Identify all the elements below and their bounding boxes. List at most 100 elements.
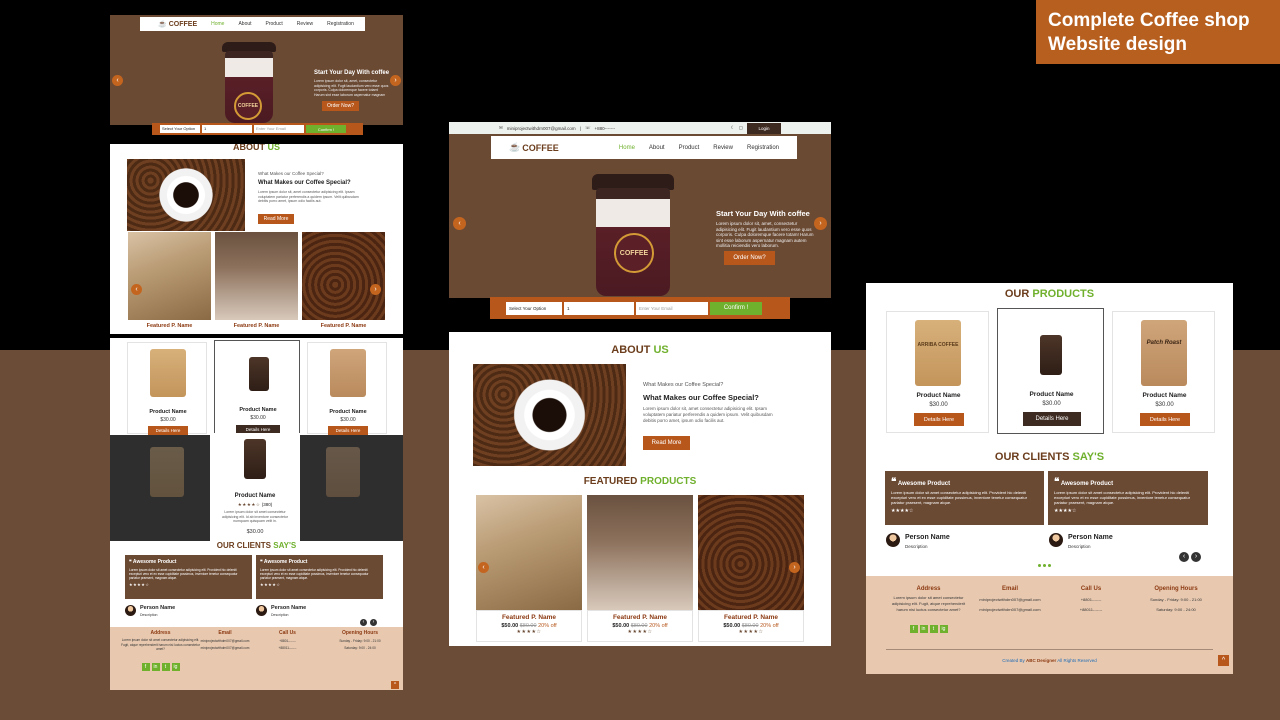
left-prod-price-2: $30.00 xyxy=(250,415,266,421)
right-prod-btn-3[interactable]: Details Here xyxy=(1140,413,1190,426)
cup-logo-icon: ☕ xyxy=(158,21,167,28)
theme-toggle-icon[interactable]: ☾ xyxy=(731,125,735,131)
nav-registration[interactable]: Registration xyxy=(327,21,354,27)
nav-about[interactable]: About xyxy=(238,21,251,27)
mid-email-input[interactable]: Enter Your Email xyxy=(636,301,708,315)
twitter-icon[interactable]: t xyxy=(929,625,938,633)
right-back-to-top[interactable]: ^ xyxy=(1218,655,1229,666)
right-prod-card-3[interactable]: Patch Roast Product Name $30.00 Details … xyxy=(1112,311,1215,433)
left-prod-btn-1[interactable]: Details Here xyxy=(148,426,188,435)
left-modal-price: $30.00 xyxy=(246,529,264,535)
left-prev-arrow[interactable]: ‹ xyxy=(112,75,123,86)
mid-nav-home[interactable]: Home xyxy=(619,145,635,151)
mid-readmore-button[interactable]: Read More xyxy=(643,436,690,450)
left-confirm-button[interactable]: Confirm ! xyxy=(306,125,346,133)
left-modal-bag xyxy=(244,439,266,479)
login-button[interactable]: Login xyxy=(747,122,781,134)
mid-email: miniprojectwithdrn007@gmail.com xyxy=(506,125,576,131)
right-foot-call: Call Us +8801------- +88011------- xyxy=(1079,586,1103,612)
right-carousel-dots[interactable] xyxy=(1038,554,1053,572)
right-quote-title-1: ❝ Awesome Product xyxy=(891,477,951,488)
right-prod-btn-2[interactable]: Details Here xyxy=(1023,412,1081,426)
left-client-prev[interactable]: ‹ xyxy=(360,619,367,626)
facebook-icon[interactable]: f xyxy=(141,662,150,671)
mid-confirm-button[interactable]: Confirm ! xyxy=(710,301,762,315)
left-qty[interactable]: 1 xyxy=(202,125,252,133)
mid-next-arrow[interactable]: › xyxy=(814,217,827,230)
instagram-icon[interactable]: ig xyxy=(171,662,180,671)
mid-logo[interactable]: ☕ COFFEE xyxy=(509,142,559,153)
left-cup-badge: COFFEE xyxy=(234,92,262,120)
left-quote-stars-1: ★★★★☆ xyxy=(129,582,150,587)
right-prod-price-2: $30.00 xyxy=(1042,401,1061,407)
left-client-next[interactable]: › xyxy=(370,619,377,626)
mid-hero: ☕ COFFEE Home About Product Review Regist… xyxy=(449,134,831,298)
nav-home[interactable]: Home xyxy=(211,21,224,27)
mid-select[interactable]: Select Your Option xyxy=(506,301,562,315)
right-prod-btn-1[interactable]: Details Here xyxy=(914,413,964,426)
left-about-kicker: What Makes our Coffee Special? xyxy=(258,171,324,176)
right-foot-address: Address Lorem ipsum dolor sit amet conse… xyxy=(886,586,971,635)
mid-nav-product[interactable]: Product xyxy=(679,145,700,151)
linkedin-icon[interactable]: in xyxy=(919,625,928,633)
left-prod-card-1[interactable]: Product Name $30.00 Details Here xyxy=(127,342,207,435)
left-modal-text: Lorem ipsum dolor sit amet consectetur a… xyxy=(222,510,288,523)
quote-icon: ❝ xyxy=(891,477,897,488)
mid-about-kicker: What Makes our Coffee Special? xyxy=(643,382,724,388)
mid-feat-img-3 xyxy=(698,495,804,610)
mid-nav-about[interactable]: About xyxy=(649,145,665,151)
right-avatar-1 xyxy=(886,533,900,547)
twitter-icon[interactable]: t xyxy=(161,662,170,671)
mid-feat-card-2[interactable]: Featured P. Name $50.00 $80.00 20% off ★… xyxy=(587,610,693,642)
right-client-prev[interactable]: ‹ xyxy=(1179,552,1189,562)
facebook-icon[interactable]: f xyxy=(909,625,918,633)
left-mockup: ☕ COFFEE Home About Product Review Regist… xyxy=(110,15,403,690)
left-foot-email: Email miniprojectwithdrn007@gmail.com mi… xyxy=(200,630,250,650)
left-prod-name-3: Product Name xyxy=(329,409,367,415)
right-foot-email: Email miniprojectwithdrn007@gmail.com mi… xyxy=(979,586,1041,612)
left-back-to-top[interactable]: ^ xyxy=(391,681,399,689)
mid-nav-review[interactable]: Review xyxy=(713,145,733,151)
left-email[interactable]: Enter Your Email xyxy=(254,125,304,133)
left-feat-next[interactable]: › xyxy=(370,284,381,295)
left-order-button[interactable]: Order Now? xyxy=(322,101,359,111)
right-role-2: Description xyxy=(1068,544,1091,549)
right-person-2: Person Name xyxy=(1068,534,1113,541)
mid-feat-card-3[interactable]: Featured P. Name $50.00 $80.00 20% off ★… xyxy=(698,610,804,642)
mid-feat-next[interactable]: › xyxy=(789,562,800,573)
left-next-arrow[interactable]: › xyxy=(390,75,401,86)
nav-review[interactable]: Review xyxy=(297,21,313,27)
left-readmore-button[interactable]: Read More xyxy=(258,214,294,224)
left-about-text: Lorem ipsum dolor sit, amet consectetur … xyxy=(258,190,359,203)
mid-order-button[interactable]: Order Now? xyxy=(724,251,775,265)
linkedin-icon[interactable]: in xyxy=(151,662,160,671)
instagram-icon[interactable]: ig xyxy=(939,625,948,633)
left-feat-img-3 xyxy=(302,232,385,320)
cart-icon[interactable]: ▢ xyxy=(739,125,743,131)
right-prod-name-1: Product Name xyxy=(916,392,961,399)
mid-feat-prev[interactable]: ‹ xyxy=(478,562,489,573)
left-quote-title-2: ❝ Awesome Product xyxy=(260,559,308,565)
right-quote-stars-2: ★★★★☆ xyxy=(1054,508,1077,514)
right-quote-title-2: ❝ Awesome Product xyxy=(1054,477,1114,488)
mid-nav-registration[interactable]: Registration xyxy=(747,145,779,151)
left-prod-btn-3[interactable]: Details Here xyxy=(328,426,368,435)
nav-product[interactable]: Product xyxy=(266,21,283,27)
left-about-heading: What Makes our Coffee Special? xyxy=(258,180,351,186)
left-nav: ☕ COFFEE Home About Product Review Regist… xyxy=(140,17,365,31)
right-social: f in t ig xyxy=(886,617,971,635)
left-prod-card-2[interactable]: Product Name $30.00 Details Here xyxy=(214,340,300,436)
right-client-next[interactable]: › xyxy=(1191,552,1201,562)
right-prod-card-2[interactable]: Product Name $30.00 Details Here xyxy=(997,308,1104,434)
left-logo[interactable]: ☕ COFFEE xyxy=(158,20,197,29)
mid-nav: ☕ COFFEE Home About Product Review Regist… xyxy=(491,136,797,159)
left-select[interactable]: Select Your Option xyxy=(160,125,200,133)
mail-icon: ✉ xyxy=(499,125,503,130)
right-products-title: OUR PRODUCTS xyxy=(1004,288,1095,300)
mid-prev-arrow[interactable]: ‹ xyxy=(453,217,466,230)
right-prod-card-1[interactable]: ARRIBA COFFEE Product Name $30.00 Detail… xyxy=(886,311,989,433)
mid-feat-card-1[interactable]: Featured P. Name $50.00 $80.00 20% off ★… xyxy=(476,610,582,642)
left-prod-card-3[interactable]: Product Name $30.00 Details Here xyxy=(307,342,387,435)
left-feat-prev[interactable]: ‹ xyxy=(131,284,142,295)
mid-qty[interactable]: 1 xyxy=(564,301,634,315)
